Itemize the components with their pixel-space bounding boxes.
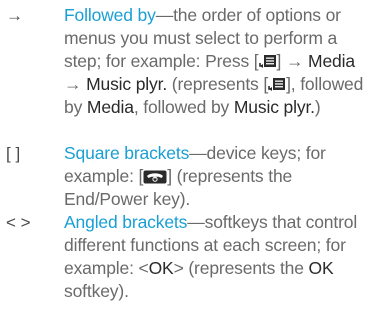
description-text: → bbox=[64, 74, 87, 94]
menu-name-media: Media bbox=[308, 51, 355, 71]
arrow-symbol: → bbox=[6, 6, 23, 25]
softkey-name-ok: OK bbox=[148, 258, 174, 278]
menu-name-music-plyr: Music plyr. bbox=[86, 74, 168, 94]
description-text: (represents [ bbox=[167, 74, 269, 94]
menu-key-icon bbox=[258, 55, 276, 68]
angled-brackets-symbol: < > bbox=[6, 213, 31, 232]
menu-key-icon bbox=[268, 78, 286, 91]
dash: — bbox=[155, 5, 174, 25]
softkey-name-ok: OK bbox=[308, 258, 334, 278]
convention-description: Followed by—the order of options or menu… bbox=[64, 4, 370, 119]
menu-name-media: Media bbox=[86, 97, 134, 117]
convention-term: Followed by bbox=[64, 5, 156, 25]
convention-description: Square brackets—device keys; for example… bbox=[64, 142, 370, 211]
dash: — bbox=[187, 212, 205, 232]
description-text: ] → bbox=[276, 51, 309, 71]
dash: — bbox=[189, 143, 207, 163]
description-text: > (represents the bbox=[173, 258, 309, 278]
square-brackets-symbol: [ ] bbox=[6, 144, 21, 163]
conventions-list: → Followed by—the order of options or me… bbox=[0, 0, 374, 324]
menu-name-music-plyr: Music plyr. bbox=[233, 97, 315, 117]
convention-term: Angled brackets bbox=[64, 212, 188, 232]
description-text: softkey). bbox=[64, 281, 129, 301]
description-text: , followed by bbox=[133, 97, 234, 117]
convention-description: Angled brackets—softkeys that control di… bbox=[64, 211, 370, 303]
end-power-key-icon bbox=[143, 170, 167, 184]
description-text: ) bbox=[314, 97, 321, 117]
convention-term: Square brackets bbox=[64, 143, 190, 163]
